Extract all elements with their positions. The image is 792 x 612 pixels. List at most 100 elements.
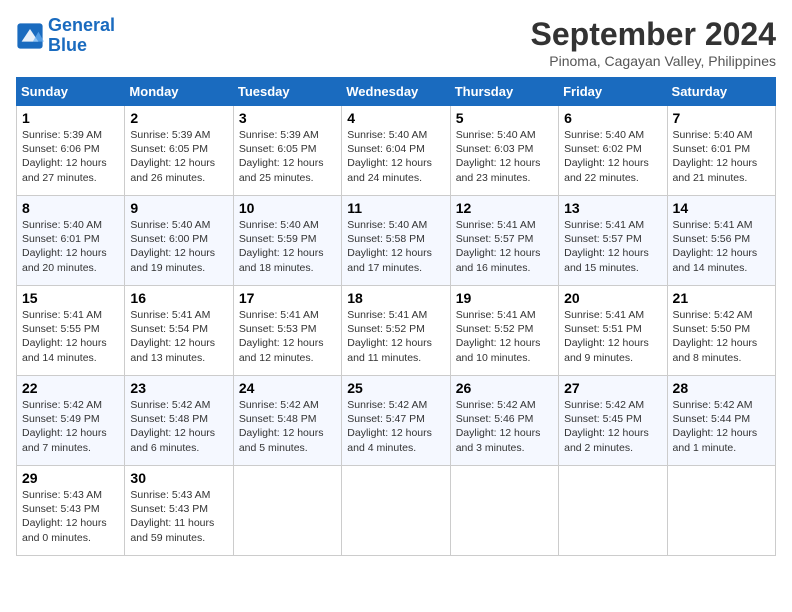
- calendar-cell: 7 Sunrise: 5:40 AM Sunset: 6:01 PM Dayli…: [667, 106, 775, 196]
- sunset-label: Sunset: 6:05 PM: [130, 143, 208, 155]
- daylight-label: Daylight: 12 hours and 5 minutes.: [239, 427, 324, 453]
- col-monday: Monday: [125, 78, 233, 106]
- day-number: 7: [673, 110, 770, 126]
- calendar-cell: [667, 466, 775, 556]
- day-info: Sunrise: 5:39 AM Sunset: 6:05 PM Dayligh…: [130, 128, 227, 185]
- day-info: Sunrise: 5:39 AM Sunset: 6:06 PM Dayligh…: [22, 128, 119, 185]
- day-number: 22: [22, 380, 119, 396]
- sunrise-label: Sunrise: 5:41 AM: [239, 309, 319, 321]
- daylight-label: Daylight: 12 hours and 20 minutes.: [22, 247, 107, 273]
- sunset-label: Sunset: 5:57 PM: [564, 233, 642, 245]
- month-title: September 2024: [531, 16, 776, 53]
- col-wednesday: Wednesday: [342, 78, 450, 106]
- daylight-label: Daylight: 12 hours and 23 minutes.: [456, 157, 541, 183]
- day-info: Sunrise: 5:41 AM Sunset: 5:54 PM Dayligh…: [130, 308, 227, 365]
- daylight-label: Daylight: 12 hours and 4 minutes.: [347, 427, 432, 453]
- day-info: Sunrise: 5:42 AM Sunset: 5:48 PM Dayligh…: [130, 398, 227, 455]
- calendar-cell: 25 Sunrise: 5:42 AM Sunset: 5:47 PM Dayl…: [342, 376, 450, 466]
- day-info: Sunrise: 5:43 AM Sunset: 5:43 PM Dayligh…: [130, 488, 227, 545]
- day-info: Sunrise: 5:41 AM Sunset: 5:56 PM Dayligh…: [673, 218, 770, 275]
- calendar-cell: 26 Sunrise: 5:42 AM Sunset: 5:46 PM Dayl…: [450, 376, 558, 466]
- logo: General Blue: [16, 16, 115, 56]
- sunset-label: Sunset: 6:04 PM: [347, 143, 425, 155]
- daylight-label: Daylight: 12 hours and 19 minutes.: [130, 247, 215, 273]
- day-info: Sunrise: 5:41 AM Sunset: 5:55 PM Dayligh…: [22, 308, 119, 365]
- sunrise-label: Sunrise: 5:41 AM: [564, 309, 644, 321]
- day-info: Sunrise: 5:42 AM Sunset: 5:48 PM Dayligh…: [239, 398, 336, 455]
- location: Pinoma, Cagayan Valley, Philippines: [531, 53, 776, 69]
- day-number: 24: [239, 380, 336, 396]
- daylight-label: Daylight: 12 hours and 7 minutes.: [22, 427, 107, 453]
- day-info: Sunrise: 5:40 AM Sunset: 6:03 PM Dayligh…: [456, 128, 553, 185]
- day-info: Sunrise: 5:39 AM Sunset: 6:05 PM Dayligh…: [239, 128, 336, 185]
- sunrise-label: Sunrise: 5:41 AM: [673, 219, 753, 231]
- sunrise-label: Sunrise: 5:42 AM: [456, 399, 536, 411]
- day-number: 18: [347, 290, 444, 306]
- calendar-cell: 23 Sunrise: 5:42 AM Sunset: 5:48 PM Dayl…: [125, 376, 233, 466]
- daylight-label: Daylight: 12 hours and 17 minutes.: [347, 247, 432, 273]
- day-number: 1: [22, 110, 119, 126]
- day-number: 28: [673, 380, 770, 396]
- calendar-cell: 19 Sunrise: 5:41 AM Sunset: 5:52 PM Dayl…: [450, 286, 558, 376]
- daylight-label: Daylight: 12 hours and 11 minutes.: [347, 337, 432, 363]
- day-number: 8: [22, 200, 119, 216]
- col-sunday: Sunday: [17, 78, 125, 106]
- day-number: 9: [130, 200, 227, 216]
- calendar-cell: 10 Sunrise: 5:40 AM Sunset: 5:59 PM Dayl…: [233, 196, 341, 286]
- sunset-label: Sunset: 5:54 PM: [130, 323, 208, 335]
- sunrise-label: Sunrise: 5:42 AM: [673, 309, 753, 321]
- sunset-label: Sunset: 5:59 PM: [239, 233, 317, 245]
- sunset-label: Sunset: 5:49 PM: [22, 413, 100, 425]
- daylight-label: Daylight: 12 hours and 18 minutes.: [239, 247, 324, 273]
- daylight-label: Daylight: 12 hours and 8 minutes.: [673, 337, 758, 363]
- sunrise-label: Sunrise: 5:41 AM: [22, 309, 102, 321]
- calendar-cell: 15 Sunrise: 5:41 AM Sunset: 5:55 PM Dayl…: [17, 286, 125, 376]
- calendar-cell: 28 Sunrise: 5:42 AM Sunset: 5:44 PM Dayl…: [667, 376, 775, 466]
- daylight-label: Daylight: 12 hours and 10 minutes.: [456, 337, 541, 363]
- calendar-cell: 24 Sunrise: 5:42 AM Sunset: 5:48 PM Dayl…: [233, 376, 341, 466]
- calendar-cell: 27 Sunrise: 5:42 AM Sunset: 5:45 PM Dayl…: [559, 376, 667, 466]
- day-info: Sunrise: 5:40 AM Sunset: 5:59 PM Dayligh…: [239, 218, 336, 275]
- day-number: 19: [456, 290, 553, 306]
- day-number: 11: [347, 200, 444, 216]
- calendar-cell: [342, 466, 450, 556]
- day-number: 6: [564, 110, 661, 126]
- calendar-cell: 3 Sunrise: 5:39 AM Sunset: 6:05 PM Dayli…: [233, 106, 341, 196]
- day-number: 21: [673, 290, 770, 306]
- sunset-label: Sunset: 5:44 PM: [673, 413, 751, 425]
- day-number: 10: [239, 200, 336, 216]
- sunset-label: Sunset: 5:48 PM: [239, 413, 317, 425]
- sunset-label: Sunset: 6:01 PM: [22, 233, 100, 245]
- col-tuesday: Tuesday: [233, 78, 341, 106]
- daylight-label: Daylight: 12 hours and 6 minutes.: [130, 427, 215, 453]
- day-number: 17: [239, 290, 336, 306]
- sunset-label: Sunset: 5:50 PM: [673, 323, 751, 335]
- logo-text: General Blue: [48, 16, 115, 56]
- sunrise-label: Sunrise: 5:41 AM: [456, 309, 536, 321]
- sunset-label: Sunset: 5:47 PM: [347, 413, 425, 425]
- sunrise-label: Sunrise: 5:39 AM: [130, 129, 210, 141]
- calendar-cell: 6 Sunrise: 5:40 AM Sunset: 6:02 PM Dayli…: [559, 106, 667, 196]
- sunrise-label: Sunrise: 5:42 AM: [564, 399, 644, 411]
- sunset-label: Sunset: 5:51 PM: [564, 323, 642, 335]
- calendar-cell: 1 Sunrise: 5:39 AM Sunset: 6:06 PM Dayli…: [17, 106, 125, 196]
- sunrise-label: Sunrise: 5:43 AM: [22, 489, 102, 501]
- day-info: Sunrise: 5:40 AM Sunset: 6:02 PM Dayligh…: [564, 128, 661, 185]
- day-info: Sunrise: 5:42 AM Sunset: 5:50 PM Dayligh…: [673, 308, 770, 365]
- sunset-label: Sunset: 5:53 PM: [239, 323, 317, 335]
- sunrise-label: Sunrise: 5:41 AM: [456, 219, 536, 231]
- calendar-cell: 18 Sunrise: 5:41 AM Sunset: 5:52 PM Dayl…: [342, 286, 450, 376]
- day-number: 23: [130, 380, 227, 396]
- sunset-label: Sunset: 6:00 PM: [130, 233, 208, 245]
- day-number: 29: [22, 470, 119, 486]
- sunset-label: Sunset: 6:03 PM: [456, 143, 534, 155]
- day-number: 20: [564, 290, 661, 306]
- sunset-label: Sunset: 5:43 PM: [130, 503, 208, 515]
- daylight-label: Daylight: 12 hours and 12 minutes.: [239, 337, 324, 363]
- calendar-cell: 4 Sunrise: 5:40 AM Sunset: 6:04 PM Dayli…: [342, 106, 450, 196]
- day-info: Sunrise: 5:42 AM Sunset: 5:45 PM Dayligh…: [564, 398, 661, 455]
- daylight-label: Daylight: 12 hours and 24 minutes.: [347, 157, 432, 183]
- calendar-cell: 2 Sunrise: 5:39 AM Sunset: 6:05 PM Dayli…: [125, 106, 233, 196]
- sunset-label: Sunset: 5:52 PM: [456, 323, 534, 335]
- sunset-label: Sunset: 5:55 PM: [22, 323, 100, 335]
